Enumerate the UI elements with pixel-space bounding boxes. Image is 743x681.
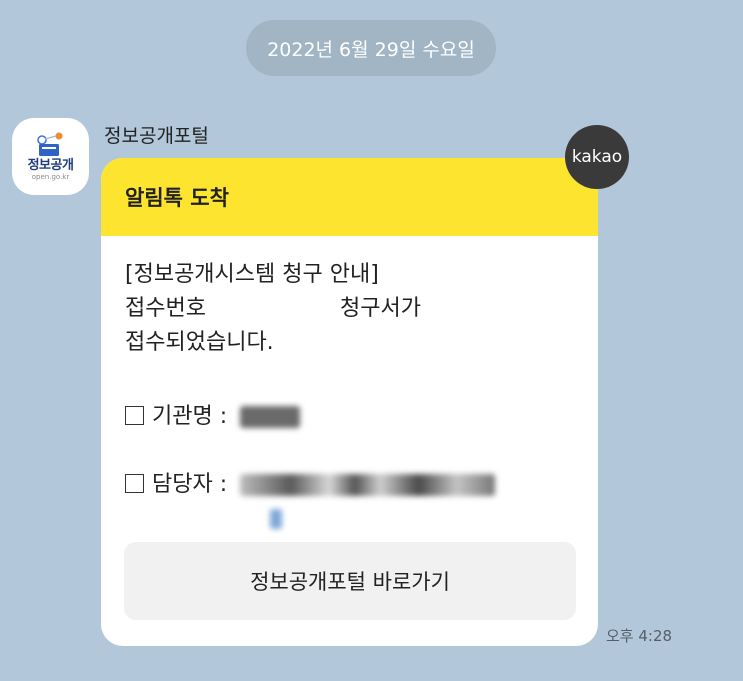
redacted-agency-name (240, 406, 301, 428)
avatar-logo-text: 정보공개 (27, 158, 74, 173)
checkbox-icon (125, 406, 144, 425)
receipt-number-label: 접수번호 (125, 296, 206, 321)
chat-room: 2022년 6월 29일 수요일 정보공개 open.go.kr 정보공개포털 … (0, 0, 743, 681)
message-timestamp: 오후 4:28 (606, 627, 673, 645)
checkbox-icon (125, 474, 144, 493)
document-network-icon (36, 132, 62, 156)
date-divider: 2022년 6월 29일 수요일 (246, 20, 496, 76)
agency-label: 기관명 : (152, 404, 228, 429)
message-line-title: [정보공개시스템 청구 안내] (125, 262, 379, 287)
redacted-receipt-number (213, 293, 333, 315)
agency-row: 기관명 : (125, 400, 574, 434)
redacted-contact-extra (270, 509, 282, 529)
sender-avatar[interactable]: 정보공개 open.go.kr (12, 118, 89, 195)
receipt-suffix: 청구서가 (339, 296, 421, 321)
redacted-contact-info (240, 474, 496, 496)
contact-label: 담당자 : (152, 472, 228, 497)
sender-name: 정보공개포털 (104, 125, 209, 147)
message-body: [정보공개시스템 청구 안내] 접수번호 청구서가 접수되었습니다. 기관명 :… (101, 236, 598, 536)
alimtalk-message-bubble: 알림톡 도착 [정보공개시스템 청구 안내] 접수번호 청구서가 접수되었습니다… (101, 158, 598, 646)
avatar-logo-subtext: open.go.kr (31, 173, 70, 181)
kakao-badge: kakao (565, 125, 629, 189)
message-line-received: 접수되었습니다. (125, 330, 274, 355)
contact-row: 담당자 : (125, 468, 574, 502)
open-portal-button[interactable]: 정보공개포털 바로가기 (124, 542, 576, 620)
message-header: 알림톡 도착 (101, 158, 598, 236)
contact-row-continued (125, 502, 574, 536)
message-line-receipt: 접수번호 청구서가 (125, 292, 574, 326)
